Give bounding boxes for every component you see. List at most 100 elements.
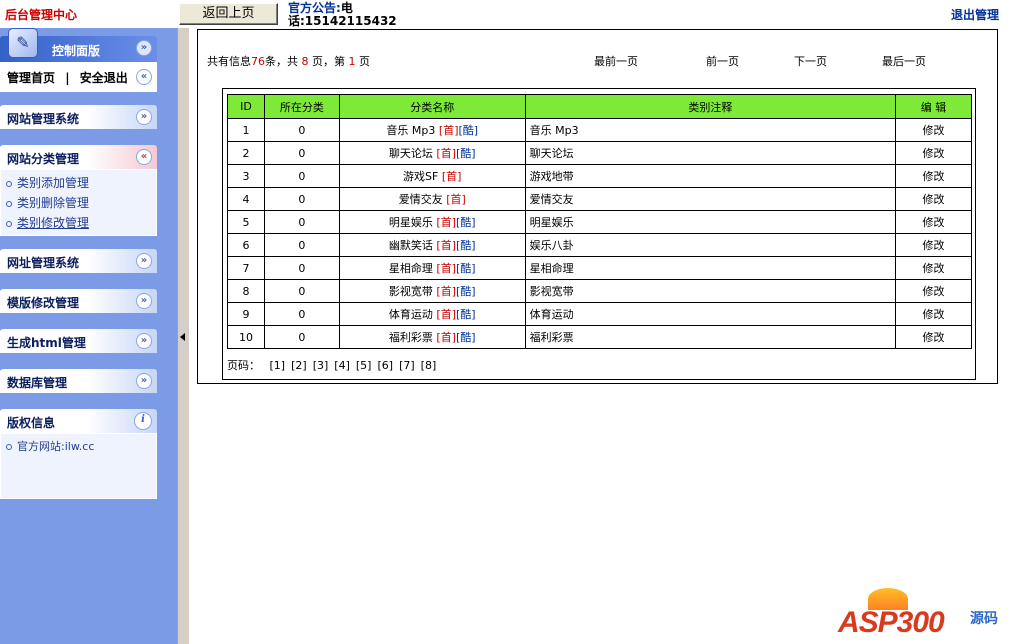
collapse-arrow-icon[interactable] — [180, 333, 185, 341]
edit-link[interactable]: 修改 — [895, 256, 972, 280]
cool-tag-link[interactable]: [酷] — [458, 124, 478, 137]
tag-text: 首 — [440, 308, 452, 321]
cell-name: 爱情交友 [首] — [338, 187, 526, 211]
home-tag-link[interactable]: [首] — [436, 262, 456, 275]
sidebar-section-template-management[interactable]: 模版修改管理 » — [0, 289, 157, 313]
summary-mid2: 页，第 — [312, 55, 345, 68]
cell-category: 0 — [263, 256, 340, 280]
tag-text: 酷 — [462, 124, 474, 137]
edit-link[interactable]: 修改 — [895, 164, 972, 188]
sidebar-section-url-management[interactable]: 网址管理系统 » — [0, 249, 157, 273]
edit-link[interactable]: 修改 — [895, 233, 972, 257]
category-name: 星相命理 — [388, 262, 433, 275]
cool-tag-link[interactable]: [酷] — [456, 262, 476, 275]
cell-note: 体育运动 — [524, 302, 897, 326]
edit-link[interactable]: 修改 — [895, 279, 972, 303]
tag-text: 酷 — [460, 147, 472, 160]
cool-tag-link[interactable]: [酷] — [456, 285, 476, 298]
home-tag-link[interactable]: [首] — [436, 308, 456, 321]
cell-name: 聊天论坛 [首][酷] — [338, 141, 526, 165]
cell-id: 1 — [227, 118, 265, 142]
first-page-link[interactable]: 最前一页 — [594, 53, 638, 69]
chevron-down-icon[interactable]: » — [136, 373, 152, 389]
home-tag-link[interactable]: [首] — [436, 285, 456, 298]
edit-link[interactable]: 修改 — [895, 187, 972, 211]
chevron-down-icon[interactable]: » — [136, 109, 152, 125]
cell-id: 8 — [227, 279, 265, 303]
cell-category: 0 — [263, 187, 340, 211]
sidebar-collapse-strip[interactable] — [177, 28, 189, 644]
sidebar-section-category-management[interactable]: 网站分类管理 « — [0, 145, 157, 169]
sidebar-item-category-edit[interactable]: 类别修改管理 — [6, 214, 89, 231]
summary-total: 76 — [251, 55, 265, 68]
page-link[interactable]: [6] — [377, 359, 393, 372]
edit-link[interactable]: 修改 — [895, 302, 972, 326]
chevron-down-icon[interactable]: » — [136, 293, 152, 309]
official-site-link[interactable]: 官方网站:ilw.cc — [6, 438, 94, 454]
chevron-down-icon[interactable]: » — [136, 333, 152, 349]
category-name: 聊天论坛 — [388, 147, 433, 160]
chevron-down-icon[interactable]: » — [136, 253, 152, 269]
last-page-link[interactable]: 最后一页 — [882, 53, 926, 69]
section-title: 数据库管理 — [7, 376, 68, 390]
item-label: 类别修改管理 — [17, 216, 90, 230]
cool-tag-link[interactable]: [酷] — [456, 331, 476, 344]
page-link[interactable]: [5] — [356, 359, 372, 372]
tag-text: 酷 — [460, 331, 472, 344]
tag-text: 首 — [440, 239, 452, 252]
safe-exit-link[interactable]: 安全退出 — [80, 71, 128, 85]
page-link[interactable]: [1] — [270, 359, 286, 372]
page-link[interactable]: [4] — [334, 359, 350, 372]
category-submenu: 类别添加管理 类别删除管理 类别修改管理 — [0, 169, 157, 236]
home-tag-link[interactable]: [首] — [436, 239, 456, 252]
cell-name: 游戏SF [首] — [338, 164, 526, 188]
home-tag-link[interactable]: [首] — [436, 331, 456, 344]
col-header-note: 类别注释 — [524, 94, 897, 119]
cell-name: 影视宽带 [首][酷] — [338, 279, 526, 303]
summary-suffix: 页 — [359, 55, 370, 68]
cool-tag-link[interactable]: [酷] — [456, 308, 476, 321]
cell-note: 聊天论坛 — [524, 141, 897, 165]
edit-link[interactable]: 修改 — [895, 325, 972, 349]
logout-link[interactable]: 退出管理 — [951, 6, 999, 23]
page-link[interactable]: [8] — [421, 359, 437, 372]
next-page-link[interactable]: 下一页 — [794, 53, 827, 69]
prev-page-link[interactable]: 前一页 — [706, 53, 739, 69]
page-link[interactable]: [3] — [313, 359, 329, 372]
edit-link[interactable]: 修改 — [895, 118, 972, 142]
home-tag-link[interactable]: [首] — [442, 170, 462, 183]
cell-name: 星相命理 [首][酷] — [338, 256, 526, 280]
sidebar-item-category-add[interactable]: 类别添加管理 — [6, 174, 89, 191]
summary-prefix: 共有信息 — [207, 55, 251, 68]
control-panel-header[interactable]: ✎ 控制面版 » — [0, 28, 157, 62]
home-tag-link[interactable]: [首] — [436, 147, 456, 160]
chevron-left-icon[interactable]: « — [136, 69, 152, 85]
chevron-up-icon[interactable]: « — [136, 149, 152, 165]
page-link[interactable]: [2] — [291, 359, 307, 372]
category-name: 游戏SF — [403, 170, 439, 183]
edit-link[interactable]: 修改 — [895, 210, 972, 234]
cell-category: 0 — [263, 210, 340, 234]
sidebar-section-site-management[interactable]: 网站管理系统 » — [0, 105, 157, 129]
sidebar-item-category-delete[interactable]: 类别删除管理 — [6, 194, 89, 211]
control-panel-icon: ✎ — [8, 28, 38, 58]
home-tag-link[interactable]: [首] — [439, 124, 459, 137]
sidebar-section-html-generation[interactable]: 生成html管理 » — [0, 329, 157, 353]
home-tag-link[interactable]: [首] — [446, 193, 466, 206]
sidebar-section-database-management[interactable]: 数据库管理 » — [0, 369, 157, 393]
cell-name: 音乐 Mp3 [首][酷] — [338, 118, 526, 142]
cool-tag-link[interactable]: [酷] — [456, 239, 476, 252]
pagination: 页码： [1] [2] [3] [4] [5] [6] [7] [8] — [227, 357, 448, 373]
control-panel-body: 管理首页 | 安全退出 « — [0, 62, 157, 92]
chevron-down-icon[interactable]: » — [136, 40, 152, 56]
table-body: 1 0 音乐 Mp3 [首][酷] 音乐 Mp3 修改 2 0 聊天论坛 [首][酷] 聊天论坛… — [227, 118, 972, 349]
edit-link[interactable]: 修改 — [895, 141, 972, 165]
cool-tag-link[interactable]: [酷] — [456, 147, 476, 160]
home-tag-link[interactable]: [首] — [436, 216, 456, 229]
back-button[interactable]: 返回上页 — [179, 3, 278, 25]
cell-name: 明星娱乐 [首][酷] — [338, 210, 526, 234]
cell-id: 2 — [227, 141, 265, 165]
admin-home-link[interactable]: 管理首页 — [7, 71, 55, 85]
cool-tag-link[interactable]: [酷] — [456, 216, 476, 229]
page-link[interactable]: [7] — [399, 359, 415, 372]
